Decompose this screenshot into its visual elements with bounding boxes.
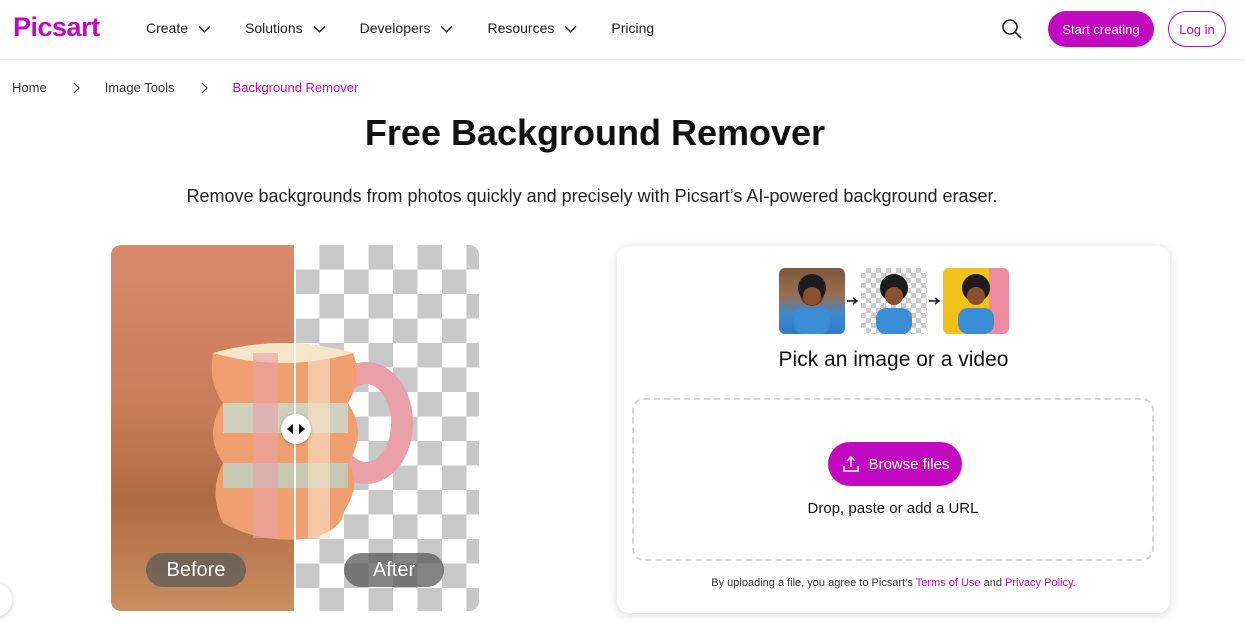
main-nav: Create Solutions Developers Resources Pr… [146, 20, 688, 36]
nav-label: Solutions [245, 20, 303, 36]
breadcrumb: Home Image Tools Background Remover [12, 80, 358, 95]
thumbnail-removed [861, 268, 927, 334]
breadcrumb-home[interactable]: Home [12, 80, 47, 95]
thumbnail-original [779, 268, 845, 334]
file-dropzone[interactable]: Browse files Drop, paste or add a URL [632, 398, 1154, 561]
browse-files-label: Browse files [868, 455, 950, 473]
chevron-right-icon [73, 82, 80, 93]
mug-image [211, 343, 413, 540]
nav-label: Resources [487, 20, 555, 36]
terms-notice: By uploading a file, you agree to Picsar… [617, 577, 1170, 589]
page-subtitle: Remove backgrounds from photos quickly a… [186, 186, 998, 206]
drop-instructions: Drop, paste or add a URL [807, 500, 979, 517]
before-label: Before [146, 553, 246, 587]
upload-card: Pick an image or a video Browse files Dr… [617, 246, 1170, 613]
start-creating-button[interactable]: Start creating [1048, 11, 1154, 47]
floating-widget[interactable] [0, 583, 12, 617]
upload-icon [842, 455, 859, 472]
example-thumbnails [779, 268, 1009, 334]
terms-prefix: By uploading a file, you agree to Picsar… [711, 577, 916, 589]
nav-resources[interactable]: Resources [487, 20, 577, 36]
privacy-policy-link[interactable]: Privacy Policy [1005, 577, 1073, 589]
page-title: Free Background Remover [364, 112, 826, 153]
chevron-down-icon [441, 25, 453, 33]
arrow-right-icon [929, 297, 941, 305]
nav-label: Developers [359, 20, 431, 36]
arrow-right-icon [847, 297, 859, 305]
nav-label: Create [146, 20, 189, 36]
nav-developers[interactable]: Developers [360, 20, 454, 36]
after-label: After [344, 553, 444, 587]
picsart-logo[interactable]: Picsart [13, 12, 100, 43]
left-right-arrows-icon [287, 424, 305, 434]
login-button[interactable]: Log in [1168, 11, 1226, 47]
compare-slider-handle[interactable] [281, 414, 311, 444]
terms-and: and [980, 577, 1005, 589]
breadcrumb-current: Background Remover [232, 80, 359, 95]
nav-create[interactable]: Create [146, 20, 211, 36]
search-icon[interactable] [1000, 17, 1024, 41]
nav-label: Pricing [611, 20, 655, 36]
before-after-compare[interactable]: Before After [111, 245, 479, 611]
chevron-down-icon [564, 25, 577, 33]
chevron-down-icon [198, 25, 211, 33]
nav-pricing[interactable]: Pricing [611, 20, 654, 36]
breadcrumb-image-tools[interactable]: Image Tools [105, 80, 175, 95]
thumbnail-new-background [943, 268, 1009, 334]
chevron-right-icon [201, 82, 208, 93]
chevron-down-icon [313, 25, 326, 33]
terms-suffix: . [1072, 577, 1076, 589]
terms-of-use-link[interactable]: Terms of Use [916, 577, 981, 589]
site-header: Picsart Create Solutions Developers Reso… [0, 0, 1245, 60]
nav-solutions[interactable]: Solutions [245, 20, 326, 36]
browse-files-button[interactable]: Browse files [828, 442, 962, 486]
upload-title: Pick an image or a video [778, 348, 1009, 371]
